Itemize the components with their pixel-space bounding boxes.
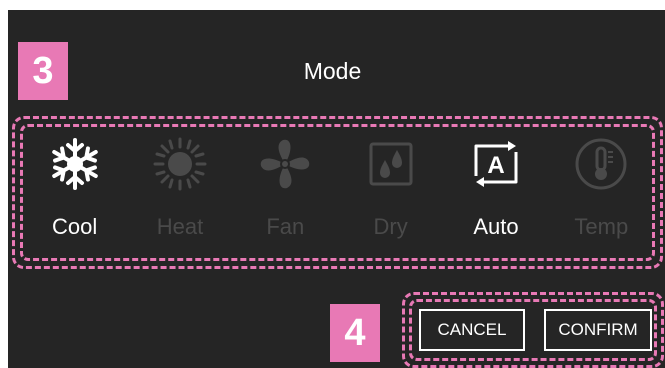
mode-option-cool[interactable]: Cool — [22, 128, 127, 258]
sun-icon — [152, 136, 208, 192]
water-drops-icon — [363, 136, 419, 192]
mode-option-heat[interactable]: Heat — [127, 128, 232, 258]
mode-label-heat: Heat — [156, 214, 204, 239]
fan-icon — [257, 136, 313, 192]
dialog-title: Mode — [303, 58, 362, 84]
mode-option-auto[interactable]: A Auto — [443, 128, 548, 258]
thermometer-icon — [573, 136, 629, 192]
mode-label-cool: Cool — [52, 214, 98, 239]
mode-option-fan[interactable]: Fan — [233, 128, 338, 258]
mode-label-dry: Dry — [373, 214, 408, 239]
auto-mode-icon: A — [468, 136, 524, 192]
snowflake-icon — [47, 136, 103, 192]
mode-options: Cool Heat Fan Dry A Auto Temp — [22, 128, 654, 258]
mode-option-dry[interactable]: Dry — [338, 128, 443, 258]
mode-label-fan: Fan — [266, 214, 305, 239]
mode-label-auto: Auto — [473, 214, 519, 239]
callout-badge-4: 4 — [330, 304, 380, 362]
svg-text:A: A — [487, 152, 504, 179]
mode-label-temp: Temp — [574, 214, 629, 239]
cancel-button[interactable]: CANCEL — [419, 309, 525, 351]
confirm-button[interactable]: CONFIRM — [544, 309, 652, 351]
mode-option-temp[interactable]: Temp — [549, 128, 654, 258]
